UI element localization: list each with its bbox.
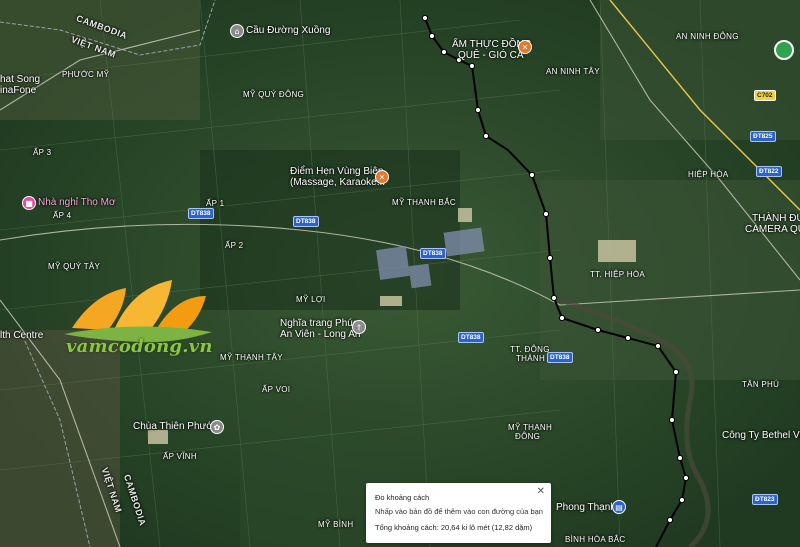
shopping-icon[interactable]: ▤ <box>612 500 626 514</box>
place-camera-qua[interactable]: CAMERA QUA <box>745 224 800 236</box>
label-tan-phu: TÂN PHÚ <box>742 380 780 389</box>
measure-vertex <box>528 171 536 179</box>
popup-title: Đo khoảng cách <box>375 493 430 502</box>
place-nha-nghi[interactable]: Nhà nghỉ Thọ Mơ <box>38 197 116 209</box>
place-hat-song[interactable]: hat Song <box>0 74 40 86</box>
restaurant-icon[interactable]: ✕ <box>518 40 532 54</box>
label-tt-dong-2: THÀNH <box>516 354 546 363</box>
place-chua-thien-phuoc[interactable]: Chùa Thiên Phước <box>133 421 218 433</box>
place-nghia-trang-2[interactable]: An Viên - Long An <box>280 329 360 341</box>
close-icon[interactable]: ✕ <box>537 486 545 497</box>
label-an-ninh-tay: AN NINH TÂY <box>546 67 600 76</box>
measure-vertex <box>550 294 558 302</box>
measure-vertex <box>682 474 690 482</box>
road-shield: C702 <box>754 90 776 101</box>
measure-vertex <box>421 14 429 22</box>
label-my-loi: MỸ LỢI <box>296 295 326 304</box>
measure-vertex <box>678 496 686 504</box>
road-shield: DT838 <box>420 248 446 259</box>
measure-vertex <box>558 314 566 322</box>
popup-instructions: Nhấp vào bản đồ để thêm vào con đường củ… <box>375 507 543 516</box>
road-shield: ĐT822 <box>756 166 782 177</box>
popup-total-distance: Tổng khoảng cách: 20,64 ki lô mét (12,82… <box>375 523 533 532</box>
measure-vertex <box>474 106 482 114</box>
hotel-icon[interactable]: ■ <box>22 196 36 210</box>
place-nghia-trang-1[interactable]: Nghĩa trang Phúc <box>280 318 358 330</box>
label-ap-4: ẤP 4 <box>53 211 72 220</box>
place-phong-thanh[interactable]: Phong Thạnh <box>556 502 616 514</box>
measure-vertex <box>468 62 476 70</box>
measure-vertex <box>542 210 550 218</box>
label-ap-vinh: ẤP VĨNH <box>163 452 197 461</box>
measure-vertex <box>428 32 436 40</box>
restaurant-icon[interactable]: ✕ <box>375 170 389 184</box>
place-diem-hen-2[interactable]: (Massage, Karaoke... <box>290 177 385 189</box>
measure-vertex <box>676 454 684 462</box>
label-my-thanh-2: ĐÔNG <box>515 432 541 441</box>
label-phuoc-my: PHƯỚC MỸ <box>62 70 110 79</box>
road-shield: DT838 <box>458 332 484 343</box>
measure-vertex <box>624 334 632 342</box>
label-ap-1: ẤP 1 <box>206 199 225 208</box>
temple-icon[interactable]: ✿ <box>210 420 224 434</box>
label-binh-hoa-bac: BÌNH HÒA BẮC <box>565 535 626 544</box>
label-my-quy-dong: MỸ QUÝ ĐÔNG <box>243 90 305 99</box>
measure-vertex <box>666 516 674 524</box>
watermark-text: vamcodong.vn <box>66 336 213 357</box>
measure-vertex <box>672 368 680 376</box>
label-my-thanh-tay: MỸ THẠNH TÂY <box>220 353 283 362</box>
cemetery-icon[interactable]: † <box>352 320 366 334</box>
label-tt-hiep-hoa: TT. HIỆP HÒA <box>590 270 646 279</box>
place-diem-hen-1[interactable]: Điểm Hẹn Vùng Biên <box>290 166 383 178</box>
road-shield: DT838 <box>547 352 573 363</box>
place-am-thuc-2[interactable]: QUÊ - GIÓ CÁ <box>458 50 524 62</box>
road-shield: DT838 <box>188 208 214 219</box>
label-ap-2: ẤP 2 <box>225 241 244 250</box>
label-my-thanh-1: MỸ THẠNH <box>508 423 553 432</box>
measure-vertex <box>668 416 676 424</box>
place-thanh-duc[interactable]: THÀNH ĐỨ <box>752 213 800 225</box>
label-ap-3: ẤP 3 <box>33 148 52 157</box>
road-shield: DT838 <box>293 216 319 227</box>
label-tt-dong-1: TT. ĐÔNG <box>510 345 550 354</box>
label-ap-voi: ẤP VOI <box>262 385 291 394</box>
measure-vertex <box>440 48 448 56</box>
label-my-binh: MỸ BÌNH <box>318 520 354 529</box>
place-cau-duong-xuong[interactable]: Cầu Đường Xuồng <box>246 25 330 37</box>
label-my-thanh-bac: MỸ THẠNH BẮC <box>392 198 456 207</box>
place-bethel[interactable]: Công Ty Bethel Vina <box>722 430 800 442</box>
landmark-icon[interactable]: ⌂ <box>230 24 244 38</box>
road-shield: ĐT823 <box>752 494 778 505</box>
measure-vertex <box>482 132 490 140</box>
measure-vertex <box>654 342 662 350</box>
distance-popup: Đo khoảng cách Nhấp vào bản đồ để thêm v… <box>366 483 551 543</box>
location-badge-icon[interactable] <box>774 40 794 60</box>
place-vinafone[interactable]: inaFone <box>0 85 36 97</box>
label-hiep-hoa: HIỆP HÒA <box>688 170 729 179</box>
measure-vertex <box>546 254 554 262</box>
label-an-ninh-dong: AN NINH ĐÔNG <box>676 32 739 41</box>
measure-vertex <box>594 326 602 334</box>
road-shield: ĐT825 <box>750 131 776 142</box>
label-my-quy-tay: MỸ QUÝ TÂY <box>48 262 101 271</box>
place-health-centre[interactable]: lth Centre <box>0 330 43 342</box>
